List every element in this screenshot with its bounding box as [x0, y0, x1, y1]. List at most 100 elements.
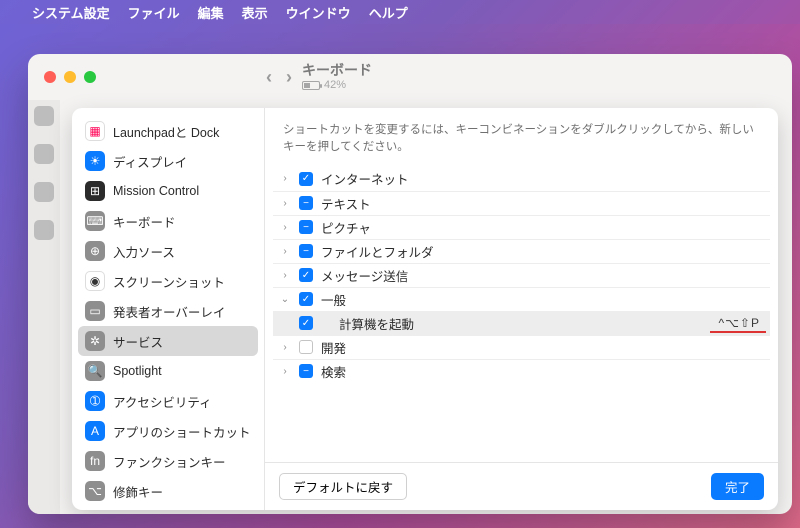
sheet-footer: デフォルトに戻す 完了 — [265, 462, 778, 510]
sidebar-item[interactable]: ▦ Launchpadと Dock — [78, 116, 258, 146]
close-button[interactable] — [44, 71, 56, 83]
outer-sidebar-item[interactable] — [34, 182, 54, 202]
sidebar-item-icon: ◉ — [85, 271, 105, 291]
zoom-button[interactable] — [84, 71, 96, 83]
row-label: 一般 — [321, 290, 766, 309]
sidebar-item-label: サービス — [113, 332, 163, 351]
menubar-app-name[interactable]: システム設定 — [32, 3, 110, 22]
chevron-down-icon[interactable]: ⌄ — [277, 294, 293, 305]
shortcut-group-row[interactable]: ›−検索 — [273, 359, 770, 383]
window-title-area: キーボード 42% — [302, 62, 372, 92]
chevron-right-icon[interactable]: › — [277, 222, 293, 233]
checkbox[interactable]: − — [299, 244, 313, 258]
chevron-right-icon[interactable]: › — [277, 366, 293, 377]
sidebar-item[interactable]: ➀ アクセシビリティ — [78, 386, 258, 416]
sidebar-item-icon: 🔍 — [85, 361, 105, 381]
sidebar-item-label: Spotlight — [113, 364, 162, 378]
row-label: 検索 — [321, 362, 766, 381]
nav-back-button[interactable]: ‹ — [266, 67, 272, 88]
row-label: 計算機を起動 — [321, 314, 718, 333]
sidebar-item[interactable]: 🔍 Spotlight — [78, 356, 258, 386]
shortcut-key-combo[interactable]: ^⌥⇧P — [718, 316, 766, 330]
highlight-underline — [710, 331, 766, 333]
sidebar-item-label: スクリーンショット — [113, 272, 225, 291]
outer-sidebar-item[interactable] — [34, 220, 54, 240]
sidebar-item-icon: ⊕ — [85, 241, 105, 261]
menubar-item-edit[interactable]: 編集 — [198, 3, 224, 22]
shortcut-group-row[interactable]: ⌄ ✓ 一般 — [273, 287, 770, 311]
sidebar-item-label: キーボード — [113, 212, 176, 231]
minimize-button[interactable] — [64, 71, 76, 83]
main-pane: ショートカットを変更するには、キーコンビネーションをダブルクリックしてから、新し… — [265, 108, 778, 510]
row-label: メッセージ送信 — [321, 266, 766, 285]
shortcut-group-row[interactable]: ›−ピクチャ — [273, 215, 770, 239]
menubar-item-window[interactable]: ウインドウ — [286, 3, 351, 22]
checkbox[interactable]: ✓ — [299, 292, 313, 306]
sidebar-item-label: Launchpadと Dock — [113, 122, 219, 141]
done-button[interactable]: 完了 — [711, 473, 764, 500]
shortcut-sheet: ▦ Launchpadと Dock ☀ディスプレイ⊞Mission Control⌨… — [72, 108, 778, 510]
menubar-item-file[interactable]: ファイル — [128, 3, 180, 22]
desktop-background: システム設定 ファイル 編集 表示 ウインドウ ヘルプ ‹ › キーボード 42… — [0, 0, 800, 528]
checkbox[interactable]: − — [299, 364, 313, 378]
shortcut-group-row[interactable]: ›−テキスト — [273, 191, 770, 215]
sidebar-item-label: ディスプレイ — [113, 152, 187, 171]
sidebar-item-icon: A — [85, 421, 105, 441]
sidebar-item-icon: ⊞ — [85, 181, 105, 201]
nav-controls: ‹ › — [266, 67, 292, 88]
checkbox[interactable]: ✓ — [299, 172, 313, 186]
nav-forward-button[interactable]: › — [286, 67, 292, 88]
sidebar-item-icon: ✲ — [85, 331, 105, 351]
checkbox[interactable]: ✓ — [299, 268, 313, 282]
shortcut-list: ›✓インターネット›−テキスト›−ピクチャ›−ファイルとフォルダ›✓メッセージ送… — [265, 167, 778, 463]
shortcut-item-row[interactable]: ✓ 計算機を起動^⌥⇧P — [273, 311, 770, 335]
sidebar-item[interactable]: fn ファンクションキー — [78, 446, 258, 476]
sidebar-item-icon: ➀ — [85, 391, 105, 411]
sidebar-item-icon: fn — [85, 451, 105, 471]
menubar-item-view[interactable]: 表示 — [242, 3, 268, 22]
sidebar-item[interactable]: ⊞Mission Control — [78, 176, 258, 206]
chevron-right-icon[interactable]: › — [277, 246, 293, 257]
row-label: ピクチャ — [321, 218, 766, 237]
checkbox[interactable] — [299, 340, 313, 354]
sidebar-item[interactable]: ⌨キーボード — [78, 206, 258, 236]
category-sidebar: ▦ Launchpadと Dock ☀ディスプレイ⊞Mission Control⌨… — [72, 108, 265, 510]
shortcut-group-row[interactable]: › ✓ メッセージ送信 — [273, 263, 770, 287]
battery-icon — [302, 81, 320, 90]
chevron-right-icon[interactable]: › — [277, 270, 293, 281]
shortcut-group-row[interactable]: › ✓ インターネット — [273, 167, 770, 191]
window-title: キーボード — [302, 62, 372, 79]
shortcut-group-row[interactable]: ›開発 — [273, 335, 770, 359]
sidebar-item[interactable]: ⊕ 入力ソース — [78, 236, 258, 266]
sidebar-item[interactable]: A アプリのショートカット — [78, 416, 258, 446]
sidebar-item-label: 入力ソース — [113, 242, 175, 261]
sidebar-item[interactable]: ☀ディスプレイ — [78, 146, 258, 176]
sidebar-item-label: アクセシビリティ — [113, 392, 212, 411]
sidebar-item[interactable]: ⌥修飾キー — [78, 476, 258, 506]
row-label: ファイルとフォルダ — [321, 242, 766, 261]
checkbox[interactable]: − — [299, 196, 313, 210]
sidebar-item-icon: ▦ — [85, 121, 105, 141]
chevron-right-icon[interactable]: › — [277, 173, 293, 184]
checkbox[interactable]: − — [299, 220, 313, 234]
row-label: インターネット — [321, 169, 766, 188]
sidebar-item[interactable]: ✲ サービス — [78, 326, 258, 356]
checkbox[interactable]: ✓ — [299, 316, 313, 330]
outer-sidebar-item[interactable] — [34, 144, 54, 164]
outer-sidebar-item[interactable] — [34, 106, 54, 126]
battery-percentage: 42% — [324, 79, 346, 92]
sidebar-item-label: 修飾キー — [113, 482, 163, 501]
system-settings-window: ‹ › キーボード 42% ▦Launchpadと D — [28, 54, 792, 514]
menubar-item-help[interactable]: ヘルプ — [369, 3, 408, 22]
sidebar-item[interactable]: ▭発表者オーバーレイ — [78, 296, 258, 326]
sidebar-item-label: アプリのショートカット — [113, 422, 251, 441]
chevron-right-icon[interactable]: › — [277, 198, 293, 209]
sidebar-item[interactable]: ◉ スクリーンショット — [78, 266, 258, 296]
menubar: システム設定 ファイル 編集 表示 ウインドウ ヘルプ — [0, 0, 800, 24]
battery-status: 42% — [302, 79, 372, 92]
sidebar-item-label: ファンクションキー — [113, 452, 226, 471]
chevron-right-icon[interactable]: › — [277, 342, 293, 353]
shortcut-group-row[interactable]: ›−ファイルとフォルダ — [273, 239, 770, 263]
sidebar-item-icon: ▭ — [85, 301, 105, 321]
restore-defaults-button[interactable]: デフォルトに戻す — [279, 473, 407, 500]
